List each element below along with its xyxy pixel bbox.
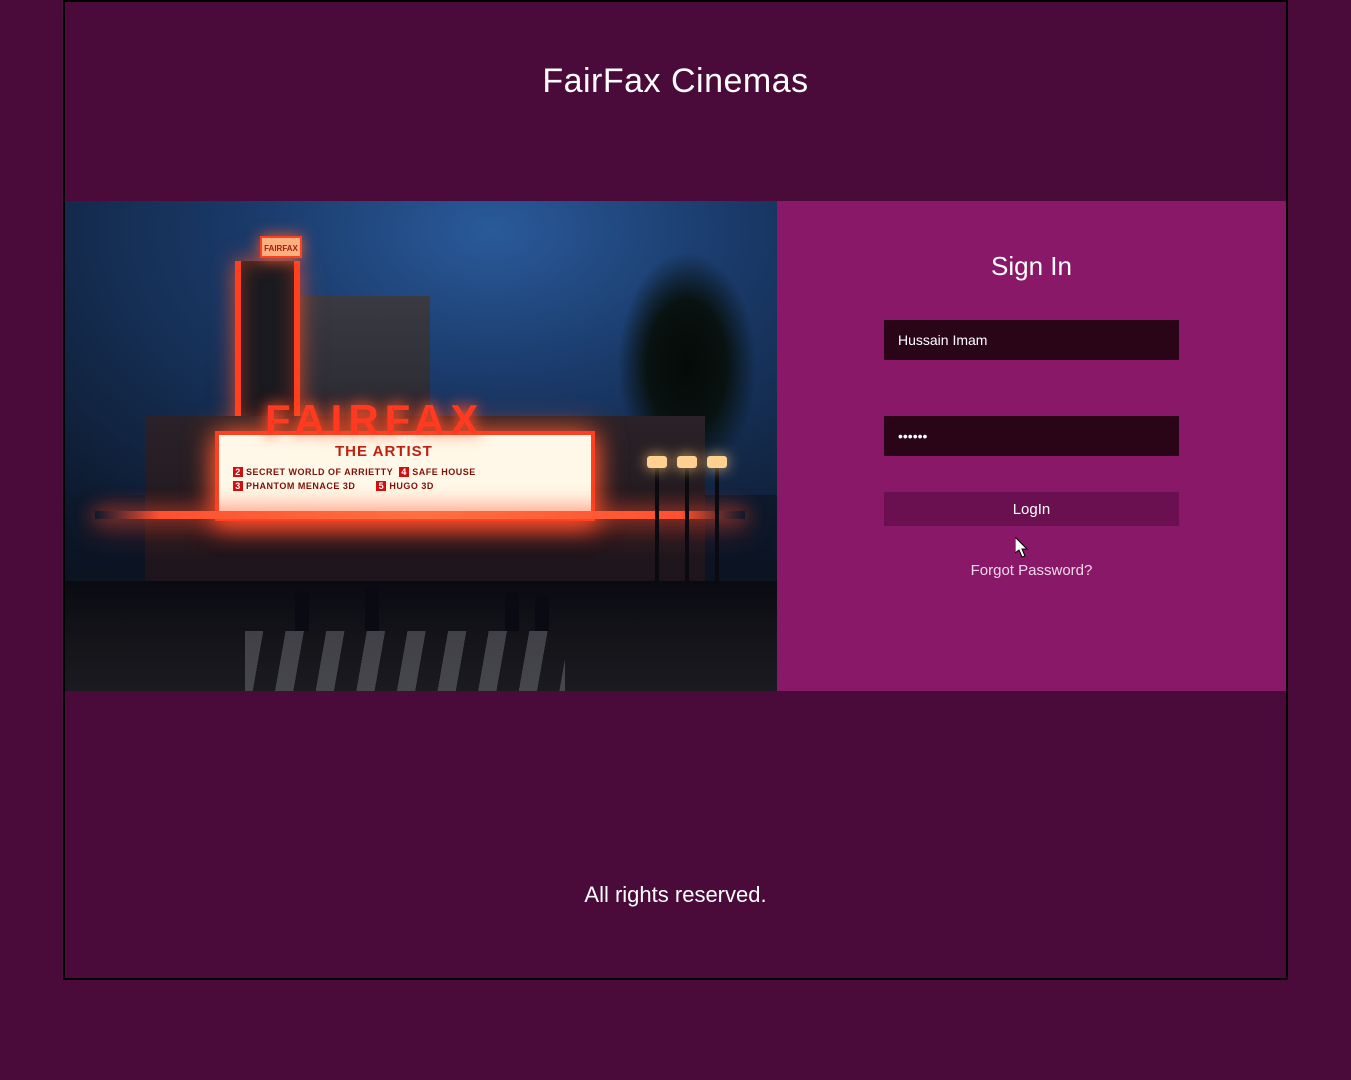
marquee-num: 5 <box>376 481 386 491</box>
main-content-row: FAIRFAX FAIRFAX THE ARTIST 2SECRET WORLD… <box>65 201 1286 691</box>
tower-sign: FAIRFAX <box>260 236 302 258</box>
marquee-num: 2 <box>233 467 243 477</box>
footer-text: All rights reserved. <box>65 882 1286 908</box>
person-silhouette <box>535 595 549 631</box>
marquee-num: 3 <box>233 481 243 491</box>
marquee-feature-title: THE ARTIST <box>335 443 433 460</box>
marquee-row-2: 3PHANTOM MENACE 3D 5HUGO 3D <box>233 481 434 491</box>
login-button[interactable]: LogIn <box>884 492 1179 526</box>
marquee-num: 4 <box>399 467 409 477</box>
hero-cinema-image: FAIRFAX FAIRFAX THE ARTIST 2SECRET WORLD… <box>65 201 777 691</box>
crosswalk <box>245 631 565 691</box>
neon-sign-fairfax: FAIRFAX <box>265 396 484 444</box>
marquee-text: SAFE HOUSE <box>412 467 476 477</box>
person-silhouette <box>295 591 309 631</box>
app-frame: FairFax Cinemas FAIRFAX FAIRFAX THE ARTI… <box>63 0 1288 980</box>
username-input[interactable] <box>884 320 1179 360</box>
signin-heading: Sign In <box>991 251 1072 282</box>
marquee-text: HUGO 3D <box>389 481 434 491</box>
marquee-text: SECRET WORLD OF ARRIETTY <box>246 467 393 477</box>
password-input[interactable] <box>884 416 1179 456</box>
person-silhouette <box>365 585 379 631</box>
forgot-password-link[interactable]: Forgot Password? <box>971 562 1093 579</box>
page-title: FairFax Cinemas <box>65 62 1286 101</box>
canopy-neon-glow <box>95 511 745 519</box>
person-silhouette <box>505 591 519 631</box>
signin-panel: Sign In LogIn Forgot Password? <box>777 201 1286 691</box>
marquee-row-1: 2SECRET WORLD OF ARRIETTY 4SAFE HOUSE <box>233 467 476 477</box>
marquee-text: PHANTOM MENACE 3D <box>246 481 355 491</box>
